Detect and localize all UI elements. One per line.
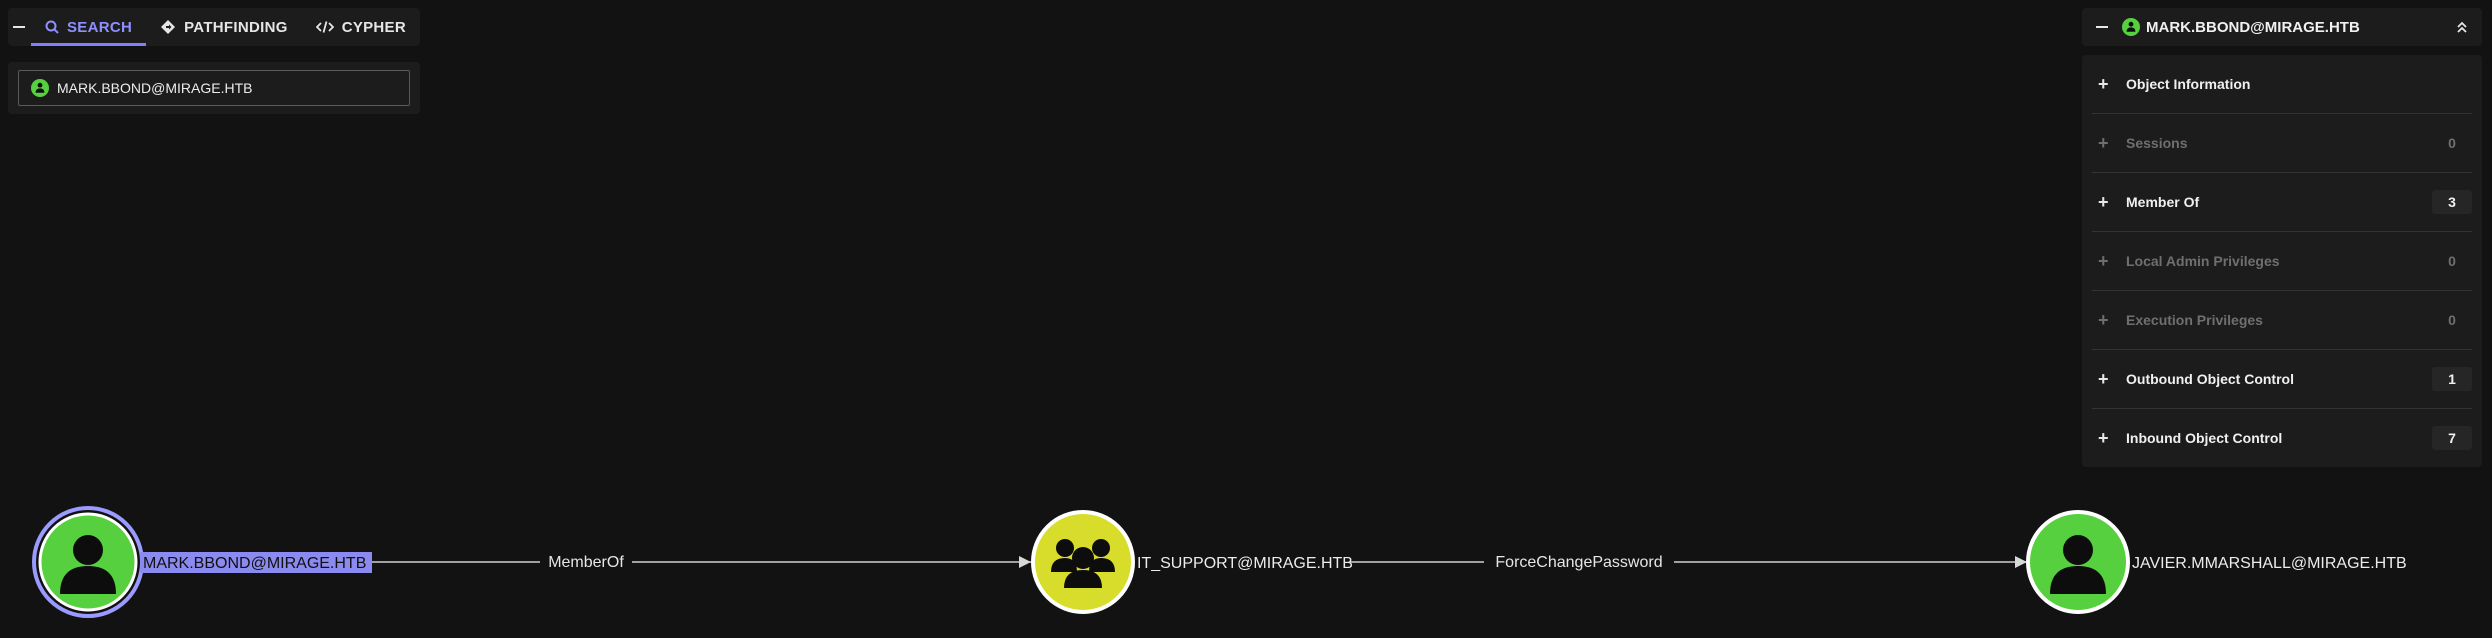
section-label: Sessions <box>2126 135 2188 151</box>
entity-title: MARK.BBOND@MIRAGE.HTB <box>2146 18 2360 36</box>
plus-icon: + <box>2098 427 2109 448</box>
node-javier-mmarshall[interactable]: JAVIER.MMARSHALL@MIRAGE.HTB <box>2026 510 2407 614</box>
node-it-support[interactable]: IT_SUPPORT@MIRAGE.HTB <box>1031 510 1353 614</box>
section-execution-privileges[interactable]: + Execution Privileges 0 <box>2092 291 2472 350</box>
plus-icon: + <box>2098 309 2109 330</box>
entity-info-panel: + Object Information + Sessions 0 + Memb… <box>2082 55 2482 467</box>
user-icon <box>2122 18 2140 36</box>
tab-label: PATHFINDING <box>184 18 288 36</box>
section-count: 7 <box>2432 426 2472 450</box>
pathfinding-icon <box>161 20 176 34</box>
minus-icon <box>13 26 26 28</box>
node-mark-bbond[interactable]: MARK.BBOND@MIRAGE.HTB <box>32 506 372 618</box>
section-label: Member Of <box>2126 194 2200 210</box>
section-label: Outbound Object Control <box>2126 371 2294 387</box>
collapse-all-button[interactable] <box>2442 8 2482 46</box>
section-count: 0 <box>2448 312 2456 328</box>
section-label: Execution Privileges <box>2126 312 2263 328</box>
section-inbound-object-control[interactable]: + Inbound Object Control 7 <box>2092 409 2472 467</box>
plus-icon: + <box>2098 250 2109 271</box>
user-icon <box>31 79 49 97</box>
section-label: Local Admin Privileges <box>2126 253 2280 269</box>
search-panel: MARK.BBOND@MIRAGE.HTB <box>8 62 420 114</box>
minus-icon <box>2096 26 2108 28</box>
plus-icon: + <box>2098 132 2109 153</box>
node-label: JAVIER.MMARSHALL@MIRAGE.HTB <box>2132 555 2407 572</box>
edge-label: MemberOf <box>548 554 624 571</box>
entity-info-header: MARK.BBOND@MIRAGE.HTB <box>2082 8 2482 46</box>
search-input[interactable]: MARK.BBOND@MIRAGE.HTB <box>18 70 410 106</box>
section-label: Inbound Object Control <box>2126 430 2283 446</box>
edge-forcechangepassword[interactable]: ForceChangePassword <box>1350 549 2027 573</box>
node-label: MARK.BBOND@MIRAGE.HTB <box>143 555 366 572</box>
plus-icon: + <box>2098 191 2109 212</box>
edge-label: ForceChangePassword <box>1495 554 1662 571</box>
section-count: 0 <box>2448 135 2456 151</box>
section-label: Object Information <box>2126 76 2251 92</box>
tab-search[interactable]: SEARCH <box>30 8 147 46</box>
section-count: 3 <box>2432 190 2472 214</box>
tab-pathfinding[interactable]: PATHFINDING <box>146 8 302 46</box>
section-count: 0 <box>2448 253 2456 269</box>
section-object-information[interactable]: + Object Information <box>2092 55 2472 114</box>
section-member-of[interactable]: + Member Of 3 <box>2092 173 2472 232</box>
section-local-admin-privileges[interactable]: + Local Admin Privileges 0 <box>2092 232 2472 291</box>
section-outbound-object-control[interactable]: + Outbound Object Control 1 <box>2092 350 2472 409</box>
plus-icon: + <box>2098 73 2109 94</box>
explore-tabbar: SEARCH PATHFINDING CYPHER <box>8 8 420 46</box>
collapse-info-button[interactable] <box>2082 8 2122 46</box>
tab-cypher[interactable]: CYPHER <box>302 8 420 46</box>
section-count: 1 <box>2432 367 2472 391</box>
plus-icon: + <box>2098 368 2109 389</box>
search-icon <box>45 20 59 34</box>
collapse-search-button[interactable] <box>8 8 31 46</box>
node-label: IT_SUPPORT@MIRAGE.HTB <box>1137 555 1353 572</box>
chevrons-up-icon <box>2457 21 2467 33</box>
tab-label: CYPHER <box>341 18 406 36</box>
search-value: MARK.BBOND@MIRAGE.HTB <box>57 80 253 96</box>
tab-label: SEARCH <box>66 18 133 36</box>
code-icon <box>315 21 334 33</box>
edge-memberof[interactable]: MemberOf <box>370 549 1031 573</box>
section-sessions[interactable]: + Sessions 0 <box>2092 114 2472 173</box>
